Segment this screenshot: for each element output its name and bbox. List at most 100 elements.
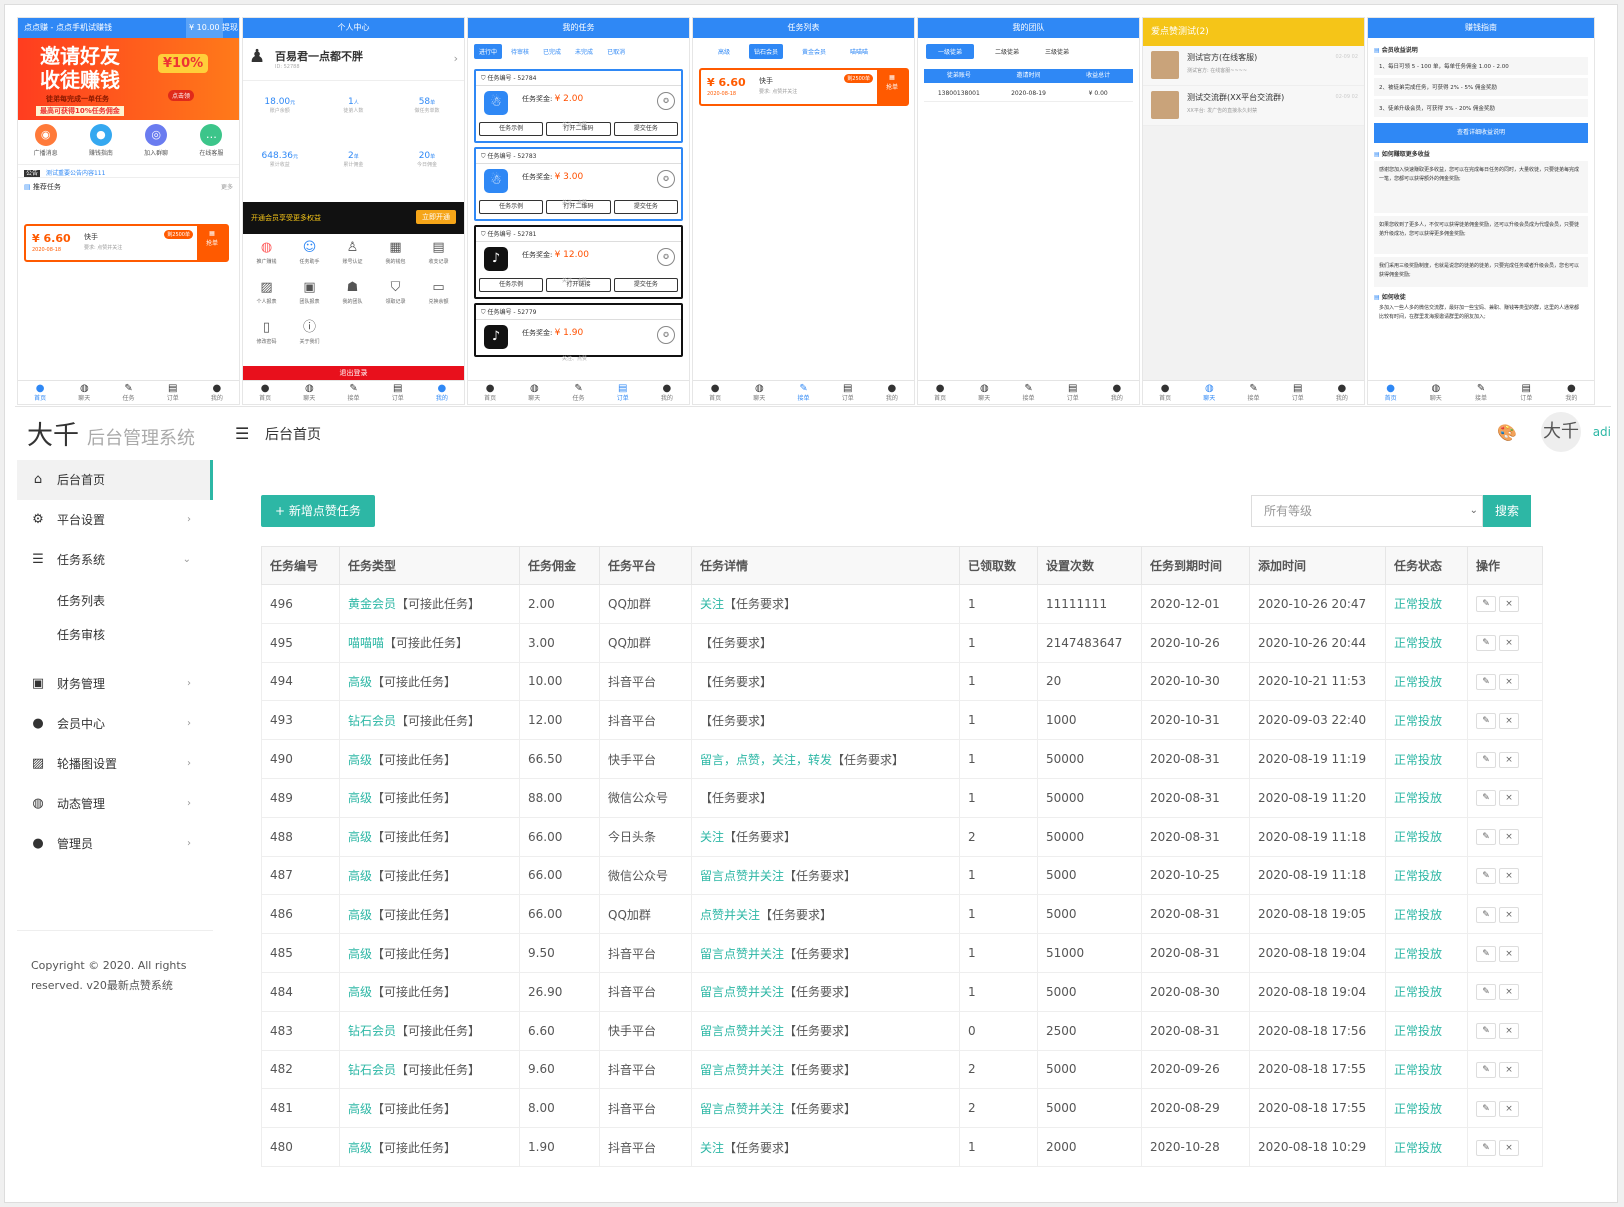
tab-me[interactable]: ● 我的	[420, 381, 464, 404]
sidebar-subitem-task-review[interactable]: 任务审核	[17, 618, 213, 652]
detail-link[interactable]: 留言点赞并关注	[700, 869, 784, 883]
service-entry[interactable]: … 在线客服	[184, 124, 239, 160]
menu-password[interactable]: ▯ 修改密码	[245, 318, 288, 358]
tab-order[interactable]: ▤ 订单	[376, 381, 420, 404]
sidebar-item-platform[interactable]: ⚙ 平台设置 ›	[17, 500, 213, 540]
tab-take[interactable]: ✎ 接单	[781, 381, 825, 404]
tab-order[interactable]: ▤ 订单	[1504, 381, 1549, 404]
tab-home[interactable]: ● 首页	[918, 381, 962, 404]
detail-link[interactable]: 关注	[700, 1141, 724, 1155]
level-select[interactable]: 所有等级 ⌄	[1251, 495, 1483, 527]
delete-icon[interactable]: ×	[1499, 596, 1519, 613]
my-task-card[interactable]: ⛉ 任务编号 - 52781 ♪ 任务奖金: ¥ 12.00 关注、点赞 ✪ 任务示例…	[474, 225, 683, 299]
type-link[interactable]: 高级	[348, 869, 372, 883]
vip-open-button[interactable]: 立即开通	[416, 210, 456, 224]
type-link[interactable]: 高级	[348, 908, 372, 922]
type-link[interactable]: 高级	[348, 1141, 372, 1155]
tab-chat[interactable]: ◍ 聊天	[287, 381, 331, 404]
edit-icon[interactable]: ✎	[1476, 867, 1496, 884]
logout-button[interactable]: 退出登录	[243, 366, 464, 380]
invite-banner[interactable]: 邀请好友 收徒赚钱 ¥10% 点击领 徒弟每完成一单任务 最高可获得10%任务佣…	[18, 38, 239, 120]
edit-icon[interactable]: ✎	[1476, 712, 1496, 729]
tab-me[interactable]: ● 我的	[645, 381, 689, 404]
hamburger-menu-icon[interactable]: ☰	[235, 424, 249, 443]
delete-icon[interactable]: ×	[1499, 712, 1519, 729]
tab-done[interactable]: 已完成	[538, 44, 566, 59]
tab-take[interactable]: ✎ 接单	[1231, 381, 1275, 404]
status-badge[interactable]: 正常投放	[1394, 1024, 1442, 1038]
edit-icon[interactable]: ✎	[1476, 596, 1496, 613]
delete-icon[interactable]: ×	[1499, 751, 1519, 768]
type-link[interactable]: 高级	[348, 675, 372, 689]
notice-bar[interactable]: 公告 测试重要公告内容111	[18, 164, 239, 178]
type-link[interactable]: 喵喵喵	[348, 636, 384, 650]
delete-icon[interactable]: ×	[1499, 790, 1519, 807]
status-badge[interactable]: 正常投放	[1394, 675, 1442, 689]
type-link[interactable]: 黄金会员	[348, 597, 396, 611]
tab-order[interactable]: ▤ 订单	[826, 381, 870, 404]
group-entry[interactable]: ◎ 加入群聊	[129, 124, 184, 160]
avatar[interactable]: 大千	[1541, 412, 1581, 452]
delete-icon[interactable]: ×	[1499, 635, 1519, 652]
edit-icon[interactable]: ✎	[1476, 751, 1496, 768]
delete-icon[interactable]: ×	[1499, 1061, 1519, 1078]
status-badge[interactable]: 正常投放	[1394, 1141, 1442, 1155]
edit-icon[interactable]: ✎	[1476, 945, 1496, 962]
sidebar-item-finance[interactable]: ▣ 财务管理 ›	[17, 664, 213, 704]
menu-team[interactable]: ☗ 我的团队	[331, 278, 374, 318]
tab-order[interactable]: ▤ 订单	[1051, 381, 1095, 404]
menu-exchange[interactable]: ▭ 兑换余额	[417, 278, 460, 318]
type-link[interactable]: 高级	[348, 1102, 372, 1116]
tab-me[interactable]: ● 我的	[870, 381, 914, 404]
broadcast-entry[interactable]: ◉ 广播消息	[18, 124, 73, 160]
delete-icon[interactable]: ×	[1499, 906, 1519, 923]
status-badge[interactable]: 正常投放	[1394, 1102, 1442, 1116]
guide-entry[interactable]: ● 赚钱指南	[73, 124, 128, 160]
tab-chat[interactable]: ◍ 聊天	[1187, 381, 1231, 404]
tab-level-diamond[interactable]: 钻石会员	[749, 44, 784, 59]
tab-order[interactable]: ▤ 订单	[1276, 381, 1320, 404]
palette-icon[interactable]: 🎨	[1497, 423, 1517, 442]
chat-item[interactable]: 测试交流群(XX平台交流群) XX平台: 发广告的直接永久封禁 02-09 02	[1143, 86, 1364, 126]
delete-icon[interactable]: ×	[1499, 1023, 1519, 1040]
status-badge[interactable]: 正常投放	[1394, 869, 1442, 883]
menu-report[interactable]: ▨ 个人报表	[245, 278, 288, 318]
detail-link[interactable]: 留言点赞并关注	[700, 985, 784, 999]
status-badge[interactable]: 正常投放	[1394, 947, 1442, 961]
detail-link[interactable]: 留言，点赞，关注，转发	[700, 753, 832, 767]
submit-task-button[interactable]: 提交任务	[613, 122, 678, 136]
submit-task-button[interactable]: 提交任务	[613, 278, 678, 292]
tab-second-level[interactable]: 二级徒弟	[990, 44, 1024, 59]
sidebar-item-banner[interactable]: ▨ 轮播图设置 ›	[17, 744, 213, 784]
tab-cancelled[interactable]: 已取消	[602, 44, 630, 59]
tab-in-progress[interactable]: 进行中	[474, 44, 503, 59]
status-badge[interactable]: 正常投放	[1394, 985, 1442, 999]
edit-icon[interactable]: ✎	[1476, 1023, 1496, 1040]
type-link[interactable]: 高级	[348, 985, 372, 999]
delete-icon[interactable]: ×	[1499, 984, 1519, 1001]
recommend-task-card[interactable]: ¥ 6.60 2020-08-18 快手 要求: 点赞并关注 剩2500单 ▦ 抢…	[24, 224, 229, 262]
edit-icon[interactable]: ✎	[1476, 1139, 1496, 1156]
edit-icon[interactable]: ✎	[1476, 1100, 1496, 1117]
tab-me[interactable]: ● 我的	[1320, 381, 1364, 404]
sidebar-item-members[interactable]: ● 会员中心 ›	[17, 704, 213, 744]
type-link[interactable]: 高级	[348, 830, 372, 844]
type-link[interactable]: 高级	[348, 947, 372, 961]
status-badge[interactable]: 正常投放	[1394, 714, 1442, 728]
status-badge[interactable]: 正常投放	[1394, 908, 1442, 922]
status-badge[interactable]: 正常投放	[1394, 791, 1442, 805]
delete-icon[interactable]: ×	[1499, 829, 1519, 846]
tab-me[interactable]: ● 我的	[195, 381, 239, 404]
sidebar-subitem-task-list[interactable]: 任务列表	[17, 584, 213, 618]
tab-pending[interactable]: 待审核	[506, 44, 534, 59]
type-link[interactable]: 钻石会员	[348, 1063, 396, 1077]
my-task-card[interactable]: ⛉ 任务编号 - 52783 ☃ 任务奖金: ¥ 3.00 关注、点赞 ✪ 任务示例打…	[474, 147, 683, 221]
tab-task[interactable]: ✎ 任务	[556, 381, 600, 404]
detail-link[interactable]: 留言点赞并关注	[700, 947, 784, 961]
grab-button[interactable]: ▦ 抢单	[197, 226, 227, 260]
menu-claim[interactable]: ⛉ 领取记录	[374, 278, 417, 318]
tab-home[interactable]: ● 首页	[1143, 381, 1187, 404]
menu-promote[interactable]: ◍ 推广赚钱	[245, 238, 288, 278]
status-badge[interactable]: 正常投放	[1394, 830, 1442, 844]
status-badge[interactable]: 正常投放	[1394, 753, 1442, 767]
